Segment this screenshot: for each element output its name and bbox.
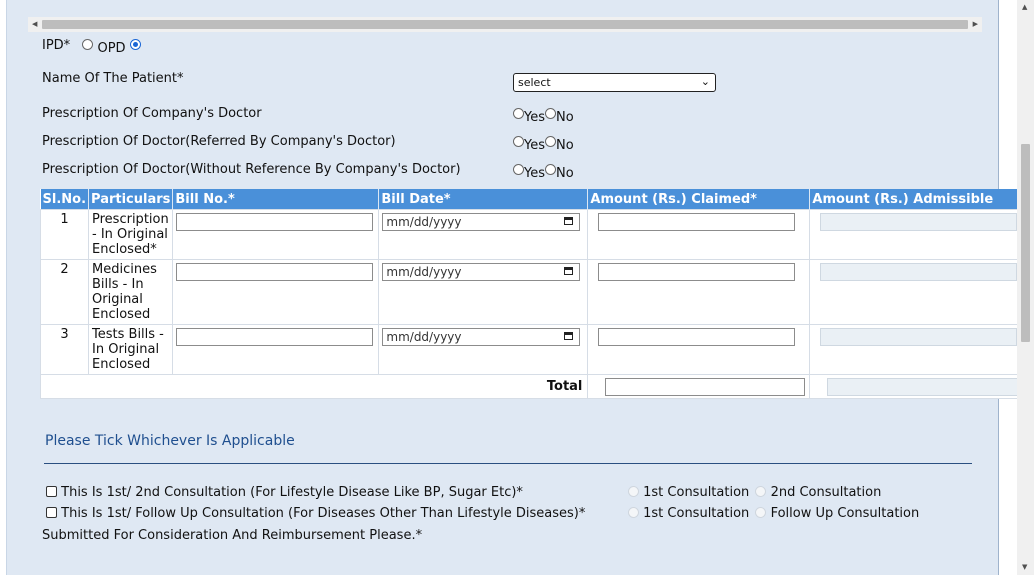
header-bill-no: Bill No.* <box>172 189 380 210</box>
lifestyle-second-radio[interactable] <box>755 486 767 497</box>
patient-select-value: select <box>518 76 551 89</box>
other-consultation-row: This Is 1st/ Follow Up Consultation (For… <box>46 506 585 521</box>
other-followup-label: Follow Up Consultation <box>770 506 920 521</box>
prescription-unreferred-yes-radio[interactable] <box>513 164 524 175</box>
row-particulars: Tests Bills - In Original Enclosed <box>88 324 174 375</box>
header-slno: Sl.No. <box>40 189 90 210</box>
lifestyle-first-label: 1st Consultation <box>643 485 750 500</box>
bill-no-input[interactable] <box>176 213 374 231</box>
calendar-icon[interactable] <box>564 332 574 340</box>
bill-date-input[interactable]: mm/dd/yyyy <box>382 263 581 281</box>
header-bill-date: Bill Date* <box>378 189 589 210</box>
lifestyle-first-radio[interactable] <box>628 486 639 497</box>
bill-no-input[interactable] <box>176 263 374 281</box>
patient-name-select[interactable]: select ⌄ <box>513 73 716 92</box>
horizontal-scroll-thumb[interactable] <box>42 20 968 29</box>
opd-label: OPD <box>97 41 126 56</box>
scroll-up-arrow-icon[interactable]: ▲ <box>1022 0 1027 15</box>
no-label: No <box>556 110 574 125</box>
prescription-referred-no-radio[interactable] <box>545 136 556 147</box>
bills-table-header: Sl.No. Particulars Bill No.* Bill Date* … <box>40 189 1029 210</box>
table-row: 3 Tests Bills - In Original Enclosed mm/… <box>39 324 1029 375</box>
lifestyle-consultation-options: 1st Consultation 2nd Consultation <box>628 485 881 500</box>
header-amount-admissible: Amount (Rs.) Admissible <box>809 189 1029 210</box>
no-label: No <box>556 138 574 153</box>
other-followup-radio[interactable] <box>755 507 767 518</box>
calendar-icon[interactable] <box>564 217 574 225</box>
submit-consideration-text: Submitted For Consideration And Reimburs… <box>42 528 423 543</box>
table-row: 1 Prescription - In Original Enclosed* m… <box>39 209 1029 260</box>
lifestyle-second-label: 2nd Consultation <box>770 485 882 500</box>
amount-admissible-input <box>820 263 1018 281</box>
horizontal-scrollbar[interactable]: ◀ ▶ <box>28 17 982 32</box>
applicable-section-title: Please Tick Whichever Is Applicable <box>45 433 295 449</box>
other-consultation-checkbox[interactable] <box>46 507 57 518</box>
amount-admissible-input <box>820 328 1018 346</box>
amount-admissible-input <box>820 213 1018 231</box>
other-consultation-options: 1st Consultation Follow Up Consultation <box>628 506 919 521</box>
prescription-referred-label: Prescription Of Doctor(Referred By Compa… <box>42 134 396 149</box>
calendar-icon[interactable] <box>564 267 574 275</box>
ipd-label: IPD* <box>42 38 71 53</box>
prescription-company-no-radio[interactable] <box>545 108 556 119</box>
no-label: No <box>556 166 574 181</box>
lifestyle-consultation-row: This Is 1st/ 2nd Consultation (For Lifes… <box>46 485 523 500</box>
yes-label: Yes <box>524 138 545 153</box>
table-row: 2 Medicines Bills - In Original Enclosed… <box>39 259 1029 325</box>
vertical-scroll-thumb[interactable] <box>1021 144 1030 342</box>
date-placeholder: mm/dd/yyyy <box>386 330 462 344</box>
yes-label: Yes <box>524 110 545 125</box>
row-particulars: Prescription - In Original Enclosed* <box>88 209 174 260</box>
scroll-right-arrow-icon[interactable]: ▶ <box>973 17 978 32</box>
bills-table: Sl.No. Particulars Bill No.* Bill Date* … <box>39 189 1029 399</box>
total-row: Total <box>39 374 1029 399</box>
row-slno: 3 <box>39 324 90 375</box>
lifestyle-consultation-label: This Is 1st/ 2nd Consultation (For Lifes… <box>61 485 523 500</box>
patient-name-label: Name Of The Patient* <box>42 71 184 86</box>
prescription-unreferred-options: Yes No <box>513 163 574 181</box>
total-admissible-input <box>827 378 1025 396</box>
prescription-unreferred-no-radio[interactable] <box>545 164 556 175</box>
other-first-label: 1st Consultation <box>643 506 750 521</box>
prescription-unreferred-label: Prescription Of Doctor(Without Reference… <box>42 162 461 177</box>
yes-label: Yes <box>524 166 545 181</box>
row-slno: 1 <box>39 209 90 260</box>
prescription-company-label: Prescription Of Company's Doctor <box>42 106 262 121</box>
row-slno: 2 <box>39 259 90 325</box>
prescription-referred-yes-radio[interactable] <box>513 136 524 147</box>
scroll-left-arrow-icon[interactable]: ◀ <box>32 17 37 32</box>
vertical-scrollbar[interactable]: ▲ ▼ <box>1017 0 1034 575</box>
opd-radio[interactable] <box>129 39 141 50</box>
section-divider <box>44 463 972 464</box>
bill-no-input[interactable] <box>176 328 374 346</box>
patient-type-group: IPD* OPD <box>42 38 141 56</box>
ipd-radio[interactable] <box>82 39 94 50</box>
prescription-company-options: Yes No <box>513 107 574 125</box>
amount-claimed-input[interactable] <box>598 263 796 281</box>
prescription-company-yes-radio[interactable] <box>513 108 524 119</box>
bill-date-input[interactable]: mm/dd/yyyy <box>382 328 581 346</box>
bill-date-input[interactable]: mm/dd/yyyy <box>382 213 581 231</box>
amount-claimed-input[interactable] <box>598 328 796 346</box>
total-label: Total <box>39 374 589 399</box>
other-first-radio[interactable] <box>628 507 639 518</box>
row-particulars: Medicines Bills - In Original Enclosed <box>88 259 174 325</box>
header-particulars: Particulars <box>88 189 174 210</box>
lifestyle-consultation-checkbox[interactable] <box>46 486 57 497</box>
amount-claimed-input[interactable] <box>598 213 796 231</box>
chevron-down-icon: ⌄ <box>700 75 710 88</box>
date-placeholder: mm/dd/yyyy <box>386 265 462 279</box>
scroll-down-arrow-icon[interactable]: ▼ <box>1022 560 1027 575</box>
prescription-referred-options: Yes No <box>513 135 574 153</box>
other-consultation-label: This Is 1st/ Follow Up Consultation (For… <box>61 506 586 521</box>
date-placeholder: mm/dd/yyyy <box>386 215 462 229</box>
header-amount-claimed: Amount (Rs.) Claimed* <box>587 189 811 210</box>
total-claimed-input[interactable] <box>605 378 806 396</box>
